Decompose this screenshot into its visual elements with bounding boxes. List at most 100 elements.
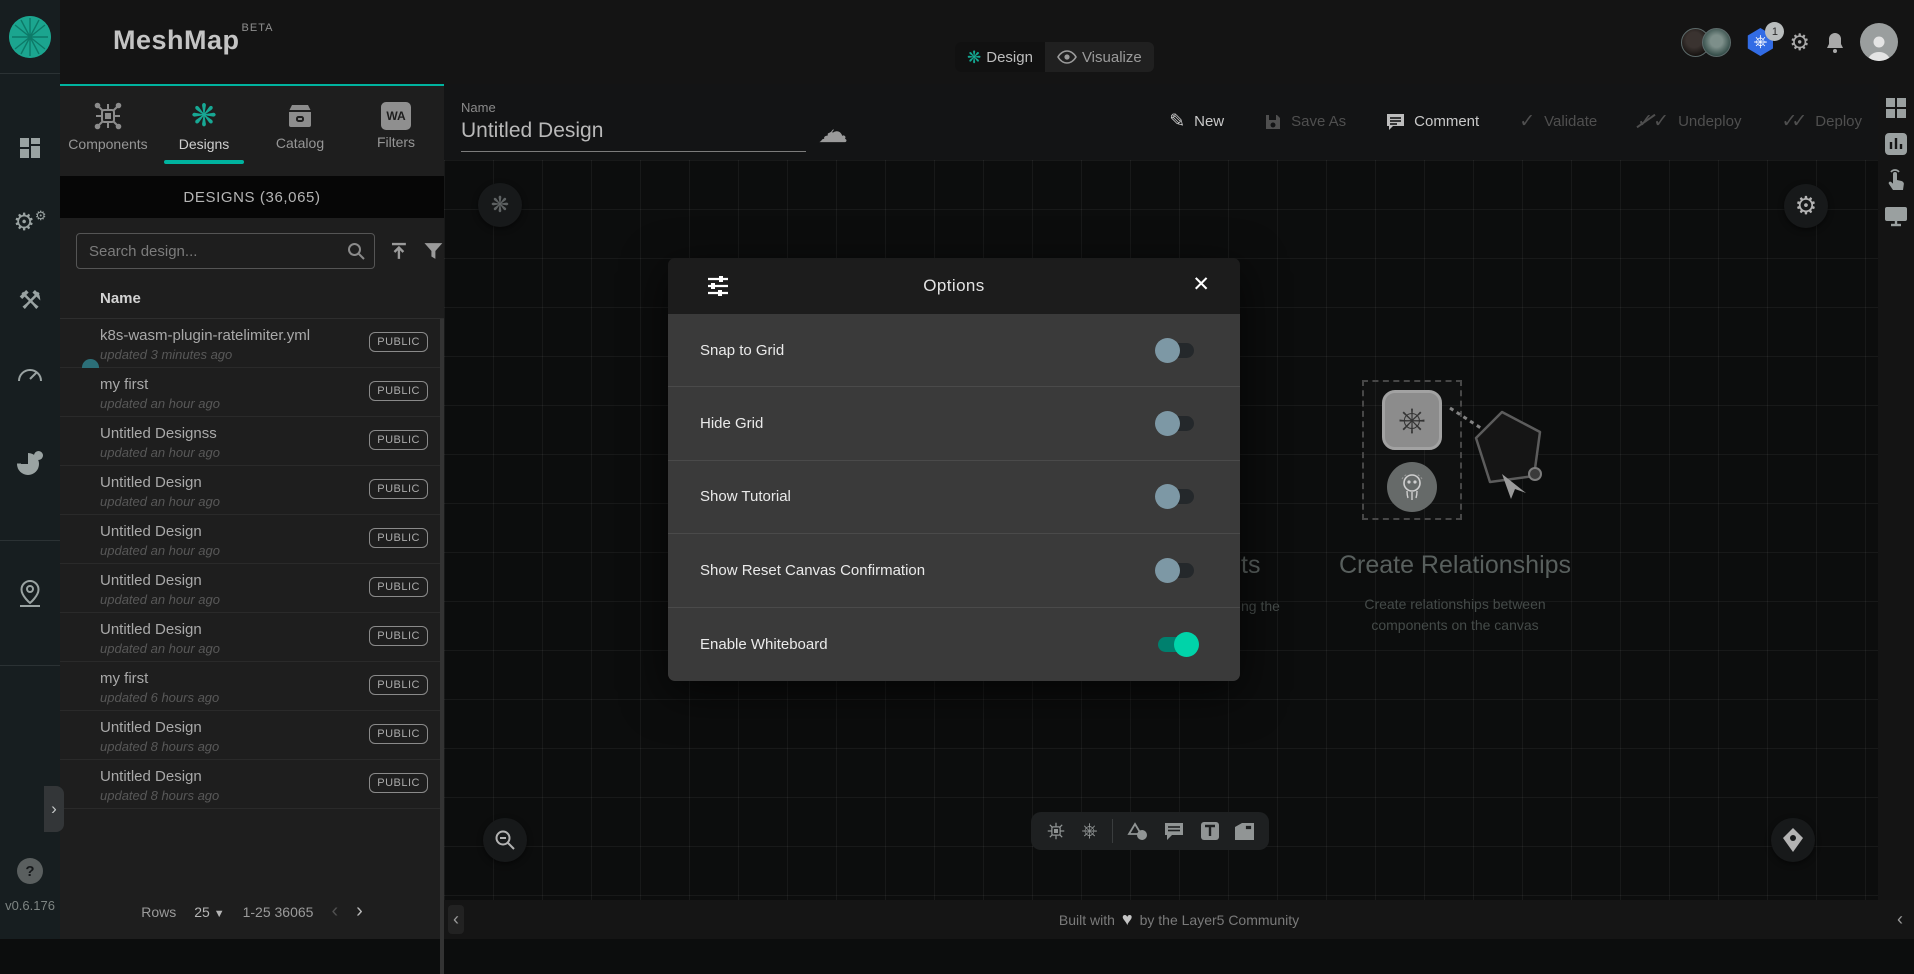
design-list-item[interactable]: Untitled Design updated 8 hours ago PUBL…	[60, 711, 440, 760]
visibility-badge: PUBLIC	[369, 626, 428, 646]
magnifier-minus-icon	[494, 829, 516, 851]
deploy-button[interactable]: ✓✓ Deploy	[1781, 112, 1862, 131]
visibility-badge: PUBLIC	[369, 675, 428, 695]
settings-gear-icon[interactable]: ⚙	[1789, 31, 1810, 54]
toggle-switch[interactable]	[1158, 637, 1194, 652]
design-list-item[interactable]: Untitled Designss updated an hour ago PU…	[60, 417, 440, 466]
tab-filters[interactable]: WA Filters	[348, 86, 444, 166]
design-updated: updated 3 minutes ago	[100, 347, 232, 362]
search-input[interactable]	[77, 234, 374, 268]
toggle-knob	[1155, 484, 1180, 509]
design-list-item[interactable]: Untitled Design updated an hour ago PUBL…	[60, 466, 440, 515]
design-list-item[interactable]: k8s-wasm-plugin-ratelimiter.yml updated …	[60, 319, 440, 368]
hidden-empty-state-text-fragment: ng the	[1241, 598, 1280, 614]
text-tool-icon[interactable]	[1200, 821, 1220, 841]
validate-button[interactable]: ✓Validate	[1519, 112, 1597, 131]
mode-switch: ❋ Design Visualize	[955, 42, 1154, 72]
toggle-switch[interactable]	[1158, 563, 1194, 578]
tools-icon: ⚒	[18, 285, 41, 316]
whiteboard-pen-button[interactable]	[1771, 818, 1815, 862]
new-button[interactable]: ✎New	[1169, 112, 1224, 131]
toggle-switch[interactable]	[1158, 416, 1194, 431]
empty-state-text: components on the canvas	[1327, 617, 1583, 633]
sidebar-item-extensions[interactable]	[0, 442, 60, 486]
active-tab-underline	[164, 160, 244, 164]
design-name: my first	[100, 670, 148, 687]
tab-visualize[interactable]: Visualize	[1045, 42, 1154, 72]
shapes-icon[interactable]	[1127, 820, 1149, 842]
cloud-saved-icon: ☁✓	[818, 118, 848, 148]
designs-panel: Components ❋ Designs Catalog WA Filters …	[60, 84, 444, 939]
next-page-button[interactable]: ›	[356, 900, 363, 923]
design-list-item[interactable]: my first updated 6 hours ago PUBLIC	[60, 662, 440, 711]
metrics-button[interactable]	[1878, 126, 1914, 162]
profile-avatar[interactable]	[1860, 23, 1898, 61]
visibility-badge: PUBLIC	[369, 332, 428, 352]
rows-per-page-select[interactable]: 25 ▼	[194, 904, 224, 920]
undeploy-button[interactable]: ✓✓ Undeploy	[1637, 112, 1741, 131]
sidebar-item-lifecycle[interactable]: ⚙⚙	[0, 200, 60, 244]
notifications-bell-icon[interactable]	[1825, 31, 1845, 54]
name-field-label: Name	[461, 100, 806, 115]
collapse-left-chevron[interactable]: ‹	[448, 905, 464, 934]
close-icon[interactable]: ✕	[1192, 272, 1210, 297]
display-button[interactable]	[1878, 198, 1914, 234]
design-name-input[interactable]	[461, 115, 806, 152]
toggle-switch[interactable]	[1158, 343, 1194, 358]
media-tool-icon[interactable]	[1234, 822, 1255, 841]
sidebar-item-configuration[interactable]: ⚒	[0, 278, 60, 322]
option-row: Show Tutorial	[668, 461, 1240, 534]
meshery-logo[interactable]	[9, 16, 51, 58]
design-list-item[interactable]: Untitled Design updated an hour ago PUBL…	[60, 515, 440, 564]
help-button[interactable]: ?	[17, 858, 43, 884]
expand-drawer-handle[interactable]: ›	[44, 786, 64, 832]
squid-icon	[1395, 470, 1429, 504]
comment-tool-icon[interactable]	[1163, 821, 1185, 841]
sidebar-item-performance[interactable]	[0, 352, 60, 396]
caret-down-icon: ▼	[214, 908, 225, 920]
catalog-drawer-icon	[284, 101, 316, 131]
upload-icon[interactable]	[389, 241, 409, 261]
kubernetes-icon[interactable]: ⎈	[1082, 821, 1098, 841]
tab-catalog[interactable]: Catalog	[252, 86, 348, 166]
rail-divider	[0, 540, 60, 541]
canvas-actions-toolbar: ✎New Save As Comment ✓Validate ✓✓ Undepl…	[1169, 112, 1862, 131]
tab-designs[interactable]: ❋ Designs	[156, 86, 252, 166]
design-name: my first	[100, 376, 148, 393]
gear-icon: ⚙	[1795, 191, 1817, 221]
zoom-button[interactable]	[483, 818, 527, 862]
design-list-item[interactable]: Untitled Design updated an hour ago PUBL…	[60, 613, 440, 662]
relationship-illustration	[1440, 390, 1580, 520]
sidebar-item-meshmap[interactable]	[0, 572, 60, 616]
canvas-settings-button[interactable]: ⚙	[1784, 184, 1828, 228]
filter-funnel-icon[interactable]	[423, 241, 444, 261]
component-chip-icon[interactable]	[1045, 820, 1067, 842]
design-list-item[interactable]: my first updated an hour ago PUBLIC	[60, 368, 440, 417]
toggle-switch[interactable]	[1158, 489, 1194, 504]
prev-page-button[interactable]: ‹	[331, 900, 338, 923]
interaction-button[interactable]	[1878, 162, 1914, 198]
views-grid-button[interactable]	[1878, 90, 1914, 126]
gears-icon: ⚙⚙	[13, 208, 46, 237]
hidden-empty-state-title-fragment: ts	[1241, 551, 1260, 580]
quick-settings-button[interactable]: ❋	[478, 183, 522, 227]
tab-design[interactable]: ❋ Design	[955, 42, 1045, 72]
design-list-item[interactable]: Untitled Design updated an hour ago PUBL…	[60, 564, 440, 613]
design-updated: updated an hour ago	[100, 641, 220, 656]
panel-scrollbar[interactable]	[440, 319, 444, 974]
sidebar-item-dashboard[interactable]	[0, 126, 60, 170]
kubernetes-context-button[interactable]: ⎈ 1	[1746, 28, 1774, 56]
user-avatar[interactable]	[1702, 28, 1731, 57]
design-updated: updated an hour ago	[100, 592, 220, 607]
rail-divider	[0, 665, 60, 666]
save-as-button[interactable]: Save As	[1264, 113, 1346, 131]
toggle-knob	[1155, 338, 1180, 363]
comment-button[interactable]: Comment	[1386, 113, 1479, 131]
visibility-badge: PUBLIC	[369, 577, 428, 597]
tab-components[interactable]: Components	[60, 86, 156, 166]
collapse-right-chevron[interactable]: ‹	[1892, 905, 1908, 934]
app-title: MeshMapBETA	[113, 22, 273, 56]
left-rail: ⚙⚙ ⚒ › ? v0.6.176	[0, 0, 60, 939]
design-list-item[interactable]: Untitled Design updated 8 hours ago PUBL…	[60, 760, 440, 809]
meshery-component-icon	[1387, 462, 1437, 512]
